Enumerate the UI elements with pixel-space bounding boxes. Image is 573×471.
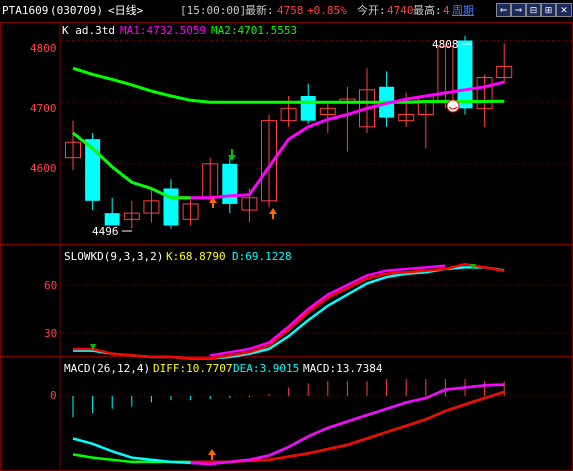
macd-tick-0: 0 [50, 389, 57, 402]
high-price-mark: 4808 [432, 38, 459, 51]
y-tick-4800: 4800 [30, 42, 57, 55]
y-tick-4700: 4700 [30, 102, 57, 115]
kd-name-label: SLOWKD(9,3,3,2) [64, 250, 164, 263]
k-info-label: K ad.3td [62, 24, 115, 37]
kd-d-line [73, 266, 505, 360]
macd-value-label: MACD:13.7384 [303, 362, 383, 375]
candle-body-down [104, 213, 120, 226]
kd-tick-60: 60 [44, 279, 58, 292]
macd-diff-label: DIFF:10.7707 [153, 362, 233, 375]
kd-k-line [73, 262, 505, 360]
macd-dea-line [72, 390, 505, 464]
kd-tick-30: 30 [44, 327, 58, 340]
buy-arrow-icon [269, 208, 277, 214]
macd-diff-up-segment [190, 383, 505, 466]
ma2-label: MA2:4701.5553 [211, 24, 298, 37]
ma1-label: MA1:4732.5059 [120, 24, 207, 37]
smiley-icon [446, 99, 460, 113]
y-tick-4600: 4600 [30, 162, 57, 175]
kd-k-highlight [209, 264, 446, 357]
candle-body-down [300, 96, 316, 121]
kd-k-label: K:68.8790 [166, 250, 226, 263]
lines-layer [72, 66, 505, 466]
kd-d-label: D:69.1228 [232, 250, 292, 263]
candles-layer [65, 35, 513, 229]
macd-diff-line [72, 383, 505, 466]
buy-arrow-icon [208, 449, 216, 455]
candle-body-down [457, 40, 473, 109]
outer-frame [0, 22, 573, 471]
sell-arrow-icon [228, 155, 236, 161]
macd-dea-up-segment [190, 390, 505, 464]
low-price-mark: 4496 [92, 225, 119, 238]
chart-canvas[interactable] [0, 0, 573, 471]
macd-name-label: MACD(26,12,4) [64, 362, 151, 375]
macd-dea-label: DEA:3.9015 [233, 362, 300, 375]
grid-layer [0, 22, 573, 471]
